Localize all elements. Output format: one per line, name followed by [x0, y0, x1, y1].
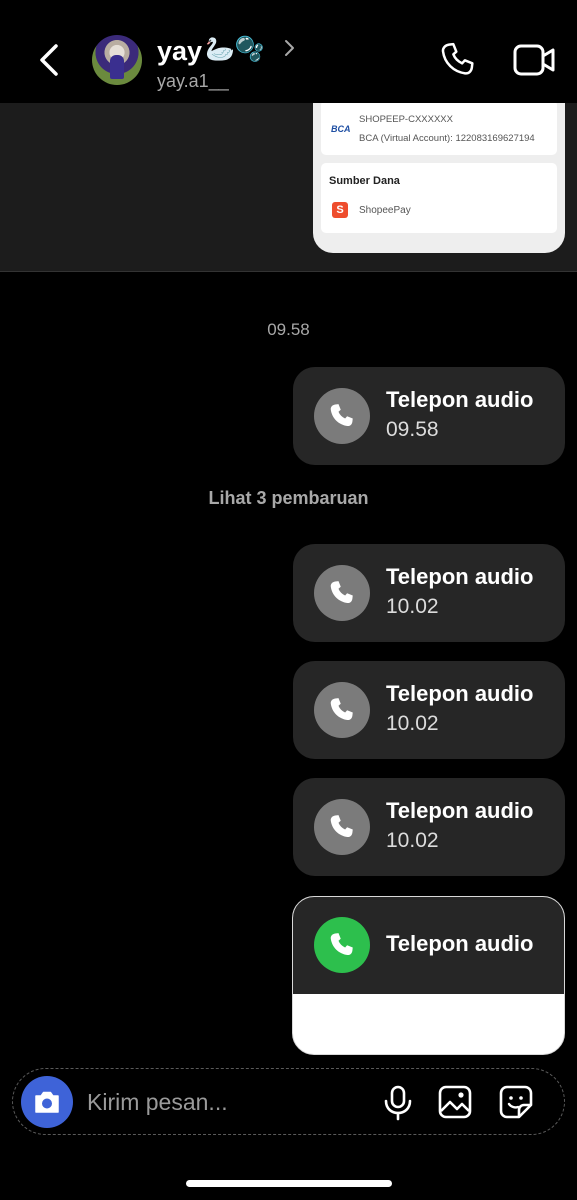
call-title: Telepon audio: [386, 681, 534, 706]
phone-icon: [330, 933, 353, 956]
shared-receipt-image[interactable]: BCA SHOPEEP-CXXXXXX BCA (Virtual Account…: [313, 100, 565, 253]
phone-icon: [330, 698, 353, 721]
call-icon-circle: [314, 565, 370, 621]
shopeepay-logo: S: [332, 202, 348, 218]
phone-icon: [330, 815, 353, 838]
call-time: 10.02: [386, 829, 439, 852]
payment-card: BCA SHOPEEP-CXXXXXX BCA (Virtual Account…: [321, 100, 557, 155]
active-call-title: Telepon audio: [386, 931, 534, 956]
name-emoji: 🦢🫧: [205, 36, 265, 63]
message-composer: [12, 1068, 565, 1135]
audio-call-button[interactable]: [438, 40, 478, 80]
active-call-icon-circle: [314, 917, 370, 973]
see-updates-link[interactable]: Lihat 3 pembaruan: [0, 488, 577, 509]
back-button[interactable]: [32, 38, 68, 82]
call-time: 10.02: [386, 712, 439, 735]
microphone-icon: [384, 1085, 412, 1121]
va-code: SHOPEEP-CXXXXXX: [359, 114, 453, 125]
chat-header: yay 🦢🫧 yay.a1__: [0, 0, 577, 103]
call-bubble[interactable]: Telepon audio 10.02: [293, 661, 565, 759]
video-call-button[interactable]: [512, 42, 556, 78]
call-icon-circle: [314, 388, 370, 444]
avatar[interactable]: [92, 35, 142, 85]
time-separator: 09.58: [267, 320, 310, 339]
sticker-button[interactable]: [498, 1084, 534, 1120]
voice-message-button[interactable]: [381, 1085, 415, 1121]
video-camera-icon: [513, 44, 555, 76]
camera-icon: [35, 1091, 59, 1113]
call-icon-circle: [314, 682, 370, 738]
profile-chevron[interactable]: [281, 37, 297, 59]
call-bubble[interactable]: Telepon audio 10.02: [293, 544, 565, 642]
source-title: Sumber Dana: [329, 175, 400, 187]
source-card: Sumber Dana S ShopeePay: [321, 163, 557, 233]
call-bubble[interactable]: Telepon audio 09.58: [293, 367, 565, 465]
source-method: ShopeePay: [359, 205, 411, 216]
call-bubble[interactable]: Telepon audio 10.02: [293, 778, 565, 876]
virtual-account-line: BCA (Virtual Account): 122083169627194: [359, 133, 535, 144]
image-icon: [438, 1085, 472, 1119]
call-title: Telepon audio: [386, 387, 534, 412]
bank-logo: BCA: [331, 124, 351, 134]
message-input[interactable]: [87, 1087, 367, 1117]
active-call-bubble[interactable]: Telepon audio: [292, 896, 565, 1055]
call-icon-circle: [314, 799, 370, 855]
phone-icon: [330, 581, 353, 604]
gallery-button[interactable]: [437, 1084, 473, 1120]
home-indicator[interactable]: [186, 1180, 392, 1187]
contact-name[interactable]: yay: [157, 36, 202, 66]
chevron-right-icon: [285, 40, 294, 56]
camera-button[interactable]: [21, 1076, 73, 1128]
call-title: Telepon audio: [386, 798, 534, 823]
call-time: 10.02: [386, 595, 439, 618]
contact-handle: yay.a1__: [157, 71, 229, 91]
chevron-left-icon: [40, 44, 58, 76]
phone-icon: [441, 42, 474, 75]
active-call-header: Telepon audio: [293, 897, 564, 994]
sticker-icon: [499, 1085, 533, 1119]
call-time: 09.58: [386, 418, 439, 441]
call-title: Telepon audio: [386, 564, 534, 589]
phone-icon: [330, 404, 353, 427]
